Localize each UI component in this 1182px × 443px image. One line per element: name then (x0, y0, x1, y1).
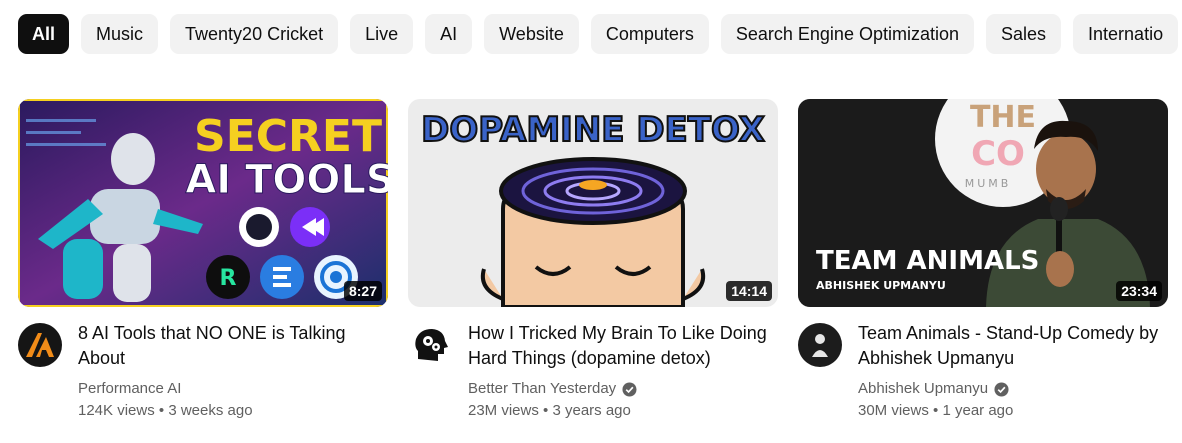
chip-seo[interactable]: Search Engine Optimization (720, 14, 974, 54)
chip-website[interactable]: Website (484, 14, 579, 54)
video-title[interactable]: 8 AI Tools that NO ONE is Talking About (78, 321, 383, 371)
channel-name[interactable]: Abhishek Upmanyu (858, 379, 1009, 399)
chip-ai[interactable]: AI (425, 14, 473, 54)
video-title[interactable]: How I Tricked My Brain To Like Doing Har… (468, 321, 773, 371)
performance-ai-logo (18, 323, 62, 367)
video-thumbnail[interactable]: THE CO MUMB TEAM ANIMALS ABHISHEK UPMANY… (798, 99, 1168, 307)
upload-age: 3 years ago (552, 402, 631, 419)
channel-avatar[interactable] (408, 323, 452, 367)
video-duration: 14:14 (726, 281, 772, 301)
video-stats: 23M views • 3 years ago (468, 401, 631, 421)
chip-international[interactable]: Internatio (1073, 14, 1179, 54)
stage-sign-comedy: CO (971, 134, 1025, 174)
view-count: 124K views (78, 402, 155, 419)
video-card: DOPAMINE DETOX 14:14 How I Tricked My Br… (408, 99, 778, 419)
video-thumbnail[interactable]: DOPAMINE DETOX 14:14 (408, 99, 778, 307)
verified-check-icon (994, 381, 1009, 397)
channel-name[interactable]: Performance AI (78, 379, 181, 399)
separator: • (543, 402, 549, 419)
chip-all[interactable]: All (18, 14, 70, 54)
video-title[interactable]: Team Animals - Stand-Up Comedy by Abhish… (858, 321, 1163, 371)
video-thumbnail[interactable]: SECRET AI TOOLS R 8:27 (18, 99, 388, 307)
head-gears-icon (408, 323, 452, 367)
thumbnail-image: DOPAMINE DETOX (408, 99, 778, 307)
stage-sign-the: THE (970, 100, 1036, 135)
channel-name[interactable]: Better Than Yesterday (468, 379, 637, 399)
upload-age: 3 weeks ago (168, 402, 253, 419)
video-stats: 30M views • 1 year ago (858, 401, 1013, 421)
thumb-title-dopamine-detox: DOPAMINE DETOX (421, 110, 765, 150)
abhishek-avatar (798, 323, 842, 367)
chip-live[interactable]: Live (350, 14, 414, 54)
thumb-title-secret: SECRET (194, 111, 382, 162)
view-count: 30M views (858, 402, 929, 419)
channel-name-text: Abhishek Upmanyu (858, 380, 989, 397)
channel-name-text: Performance AI (78, 380, 182, 397)
video-duration: 8:27 (343, 281, 382, 301)
verified-check-icon (622, 381, 637, 397)
channel-avatar[interactable] (18, 323, 62, 367)
video-stats: 124K views • 3 weeks ago (78, 401, 253, 421)
channel-name-text: Better Than Yesterday (468, 380, 617, 397)
video-card: SECRET AI TOOLS R 8:27 8 AI Tools that N… (18, 99, 388, 419)
chip-twenty20-cricket[interactable]: Twenty20 Cricket (170, 14, 339, 54)
svg-text:R: R (220, 266, 237, 291)
chip-music[interactable]: Music (81, 14, 159, 54)
thumb-subtitle-name: ABHISHEK UPMANYU (816, 279, 946, 292)
upload-age: 1 year ago (942, 402, 1014, 419)
video-card: THE CO MUMB TEAM ANIMALS ABHISHEK UPMANY… (798, 99, 1168, 419)
chip-sales[interactable]: Sales (986, 14, 1062, 54)
separator: • (933, 402, 939, 419)
view-count: 23M views (468, 402, 539, 419)
thumb-title-ai-tools: AI TOOLS (185, 157, 388, 203)
stage-sign-mumbai: MUMB (965, 177, 1012, 190)
separator: • (158, 402, 165, 419)
filter-chip-bar: All Music Twenty20 Cricket Live AI Websi… (18, 14, 1182, 54)
chip-computers[interactable]: Computers (590, 14, 709, 54)
thumbnail-image: THE CO MUMB TEAM ANIMALS ABHISHEK UPMANY… (798, 99, 1168, 307)
video-duration: 23:34 (1116, 281, 1162, 301)
channel-avatar[interactable] (798, 323, 842, 367)
thumbnail-image: SECRET AI TOOLS R (18, 99, 388, 307)
thumb-title-team-animals: TEAM ANIMALS (816, 246, 1039, 276)
